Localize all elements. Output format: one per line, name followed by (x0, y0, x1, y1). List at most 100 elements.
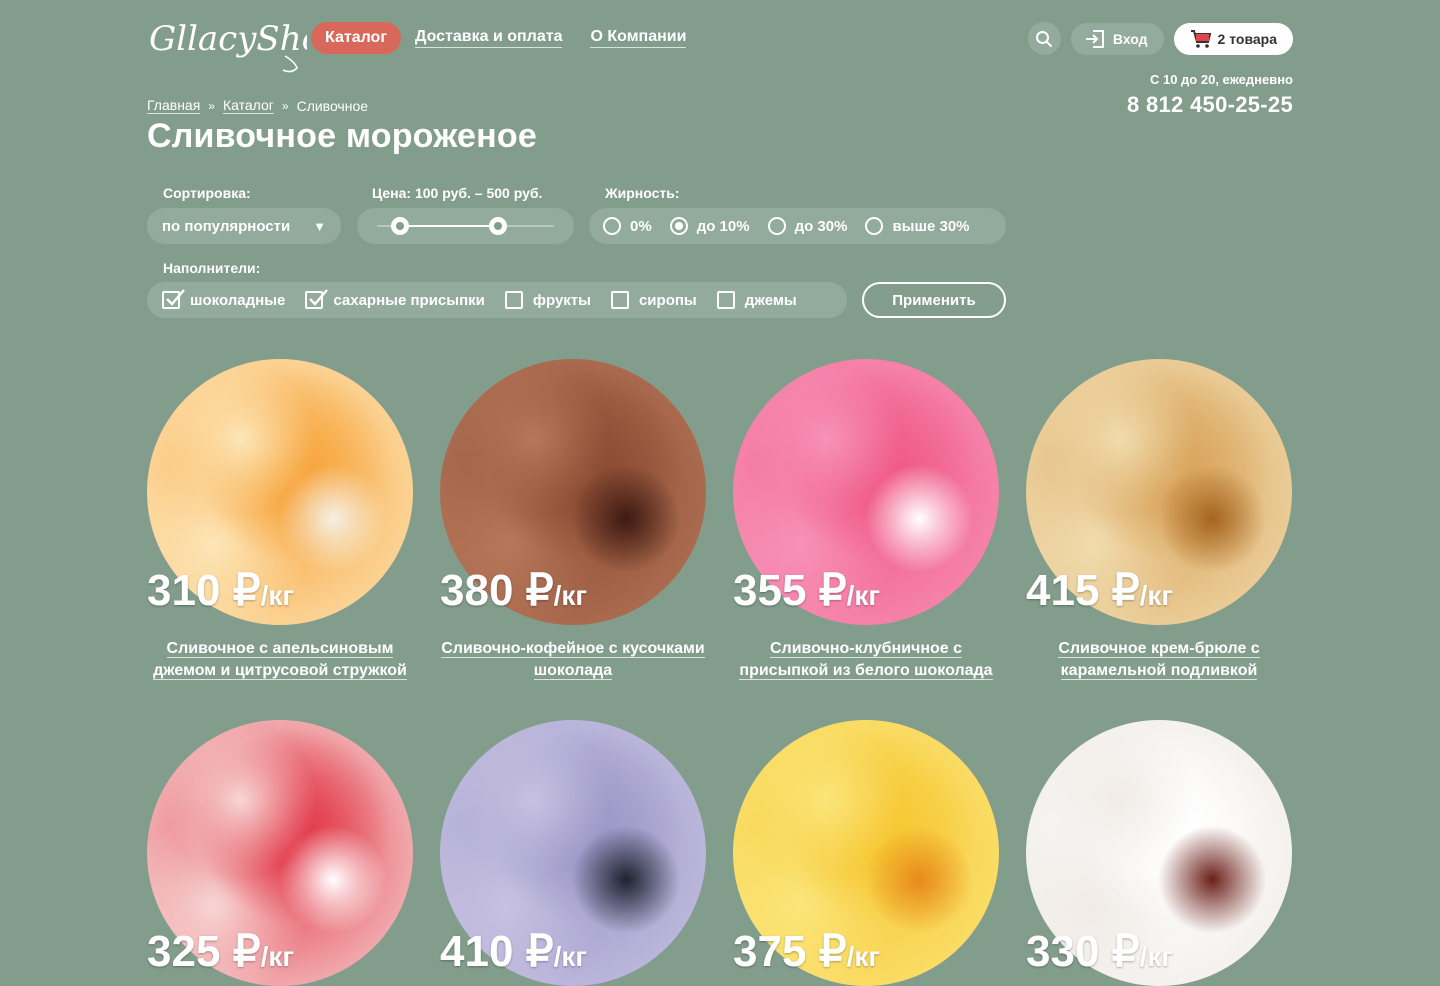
search-button[interactable] (1027, 22, 1061, 55)
product-price: 330 ₽/кг (1026, 926, 1173, 977)
sort-label: Сортировка: (163, 185, 251, 201)
price-unit: /кг (260, 941, 295, 972)
breadcrumb-separator: » (208, 99, 215, 113)
fat-radio-group: 0% до 10% до 30% выше 30% (589, 208, 1006, 244)
nav-delivery[interactable]: Доставка и оплата (414, 28, 563, 48)
breadcrumb: Главная » Каталог » Сливочное (147, 98, 368, 114)
price-unit: /кг (1139, 580, 1174, 611)
cart-label: 2 товара (1217, 30, 1277, 47)
product-price: 380 ₽/кг (440, 565, 587, 616)
price-unit: /кг (553, 941, 588, 972)
fillers-label: Наполнители: (163, 260, 261, 276)
slider-max-handle[interactable] (489, 217, 507, 235)
price-value: 415 ₽ (1026, 566, 1140, 615)
nav-about[interactable]: О Компании (590, 28, 687, 48)
breadcrumb-catalog[interactable]: Каталог (222, 98, 274, 114)
sort-value: по популярности (162, 217, 291, 235)
fat-option-label: выше 30% (892, 217, 970, 235)
dropdown-arrow-icon: ▼ (313, 218, 326, 234)
logo-mark: GllacyShop (149, 19, 307, 73)
filler-jams[interactable]: джемы (716, 291, 797, 309)
product-title[interactable]: Сливочное крем-брюле с карамельной подли… (1018, 638, 1300, 682)
product-card[interactable]: 355 ₽/кг Сливочно-клубничное с присыпкой… (733, 359, 999, 680)
product-title[interactable]: Сливочно-клубничное с присыпкой из белог… (725, 638, 1007, 682)
nav-catalog[interactable]: Каталог (311, 22, 401, 54)
product-card[interactable]: 380 ₽/кг Сливочно-кофейное с кусочками ш… (440, 359, 706, 680)
checkbox-empty-icon (504, 291, 523, 309)
login-icon (1085, 29, 1104, 48)
phone-number[interactable]: 8 812 450-25-25 (1127, 92, 1293, 118)
cart-icon (1190, 29, 1211, 48)
fat-option-above-30[interactable]: выше 30% (865, 217, 970, 235)
checkbox-checked-icon (305, 289, 329, 309)
filler-chocolate[interactable]: шоколадные (162, 289, 286, 309)
price-value: 325 ₽ (147, 927, 261, 976)
working-hours: С 10 до 20, ежедневно (1149, 72, 1293, 87)
breadcrumb-current: Сливочное (296, 98, 369, 114)
price-label: Цена: 100 руб. – 500 руб. (372, 185, 543, 201)
main-nav: Каталог Доставка и оплата О Компании (311, 22, 714, 54)
price-value: 410 ₽ (440, 927, 554, 976)
price-unit: /кг (846, 580, 881, 611)
product-title[interactable]: Сливочно-кофейное с кусочками шоколада (432, 638, 714, 682)
price-value: 380 ₽ (440, 566, 554, 615)
fillers-checkbox-group: шоколадные сахарные присыпки фрукты сиро… (147, 282, 847, 318)
header-actions: Вход 2 товара (1027, 22, 1293, 55)
checkbox-checked-icon (162, 289, 185, 309)
radio-checked-icon (669, 217, 688, 235)
price-unit: /кг (553, 580, 588, 611)
price-range-slider[interactable] (357, 208, 574, 244)
filler-label: шоколадные (190, 291, 286, 309)
product-title-link[interactable]: Сливочное с апельсиновым джемом и цитрус… (153, 640, 407, 680)
radio-circle-icon (767, 217, 786, 235)
checkbox-empty-icon (716, 291, 735, 309)
product-title-link[interactable]: Сливочно-клубничное с присыпкой из белог… (739, 640, 993, 680)
product-card[interactable]: 325 ₽/кг (147, 720, 413, 986)
radio-circle-icon (865, 217, 884, 235)
apply-button[interactable]: Применить (862, 282, 1006, 318)
product-price: 325 ₽/кг (147, 926, 294, 977)
price-value: 355 ₽ (733, 566, 847, 615)
product-title-link[interactable]: Сливочно-кофейное с кусочками шоколада (441, 640, 705, 680)
breadcrumb-home[interactable]: Главная (147, 98, 201, 114)
cart-button[interactable]: 2 товара (1173, 22, 1293, 55)
fat-option-0[interactable]: 0% (603, 217, 652, 235)
fat-option-label: до 30% (794, 217, 848, 235)
product-price: 415 ₽/кг (1026, 565, 1173, 616)
login-label: Вход (1112, 30, 1148, 47)
product-card[interactable]: 330 ₽/кг (1026, 720, 1292, 986)
product-card[interactable]: 310 ₽/кг Сливочное с апельсиновым джемом… (147, 359, 413, 680)
fat-option-10[interactable]: до 10% (669, 217, 750, 235)
price-unit: /кг (846, 941, 881, 972)
product-title-link[interactable]: Сливочное крем-брюле с карамельной подли… (1058, 640, 1260, 680)
product-card[interactable]: 410 ₽/кг (440, 720, 706, 986)
product-price: 410 ₽/кг (440, 926, 587, 977)
page-title: Сливочное мороженое (147, 117, 537, 155)
fat-option-30[interactable]: до 30% (767, 217, 848, 235)
filler-label: сахарные присыпки (333, 291, 485, 309)
logo-text: GllacyShop (149, 19, 307, 59)
price-unit: /кг (1139, 941, 1174, 972)
filler-label: фрукты (532, 291, 591, 309)
filler-syrups[interactable]: сиропы (610, 291, 697, 309)
fat-option-label: до 10% (696, 217, 750, 235)
product-card[interactable]: 375 ₽/кг (733, 720, 999, 986)
filler-fruits[interactable]: фрукты (504, 291, 591, 309)
product-price: 310 ₽/кг (147, 565, 294, 616)
price-value: 330 ₽ (1026, 927, 1140, 976)
sort-select[interactable]: по популярности ▼ (147, 208, 341, 244)
checkbox-empty-icon (610, 291, 629, 309)
logo[interactable]: GllacyShop (147, 8, 307, 74)
product-price: 375 ₽/кг (733, 926, 880, 977)
product-price: 355 ₽/кг (733, 565, 880, 616)
slider-min-handle[interactable] (391, 217, 409, 235)
price-value: 375 ₽ (733, 927, 847, 976)
filler-sprinkles[interactable]: сахарные присыпки (305, 289, 485, 309)
product-title[interactable]: Сливочное с апельсиновым джемом и цитрус… (139, 638, 421, 682)
radio-circle-icon (603, 217, 621, 235)
slider-range (399, 225, 497, 227)
product-card[interactable]: 415 ₽/кг Сливочное крем-брюле с карамель… (1026, 359, 1292, 680)
breadcrumb-separator: » (281, 99, 289, 113)
fat-option-label: 0% (630, 217, 652, 235)
login-button[interactable]: Вход (1070, 22, 1164, 55)
